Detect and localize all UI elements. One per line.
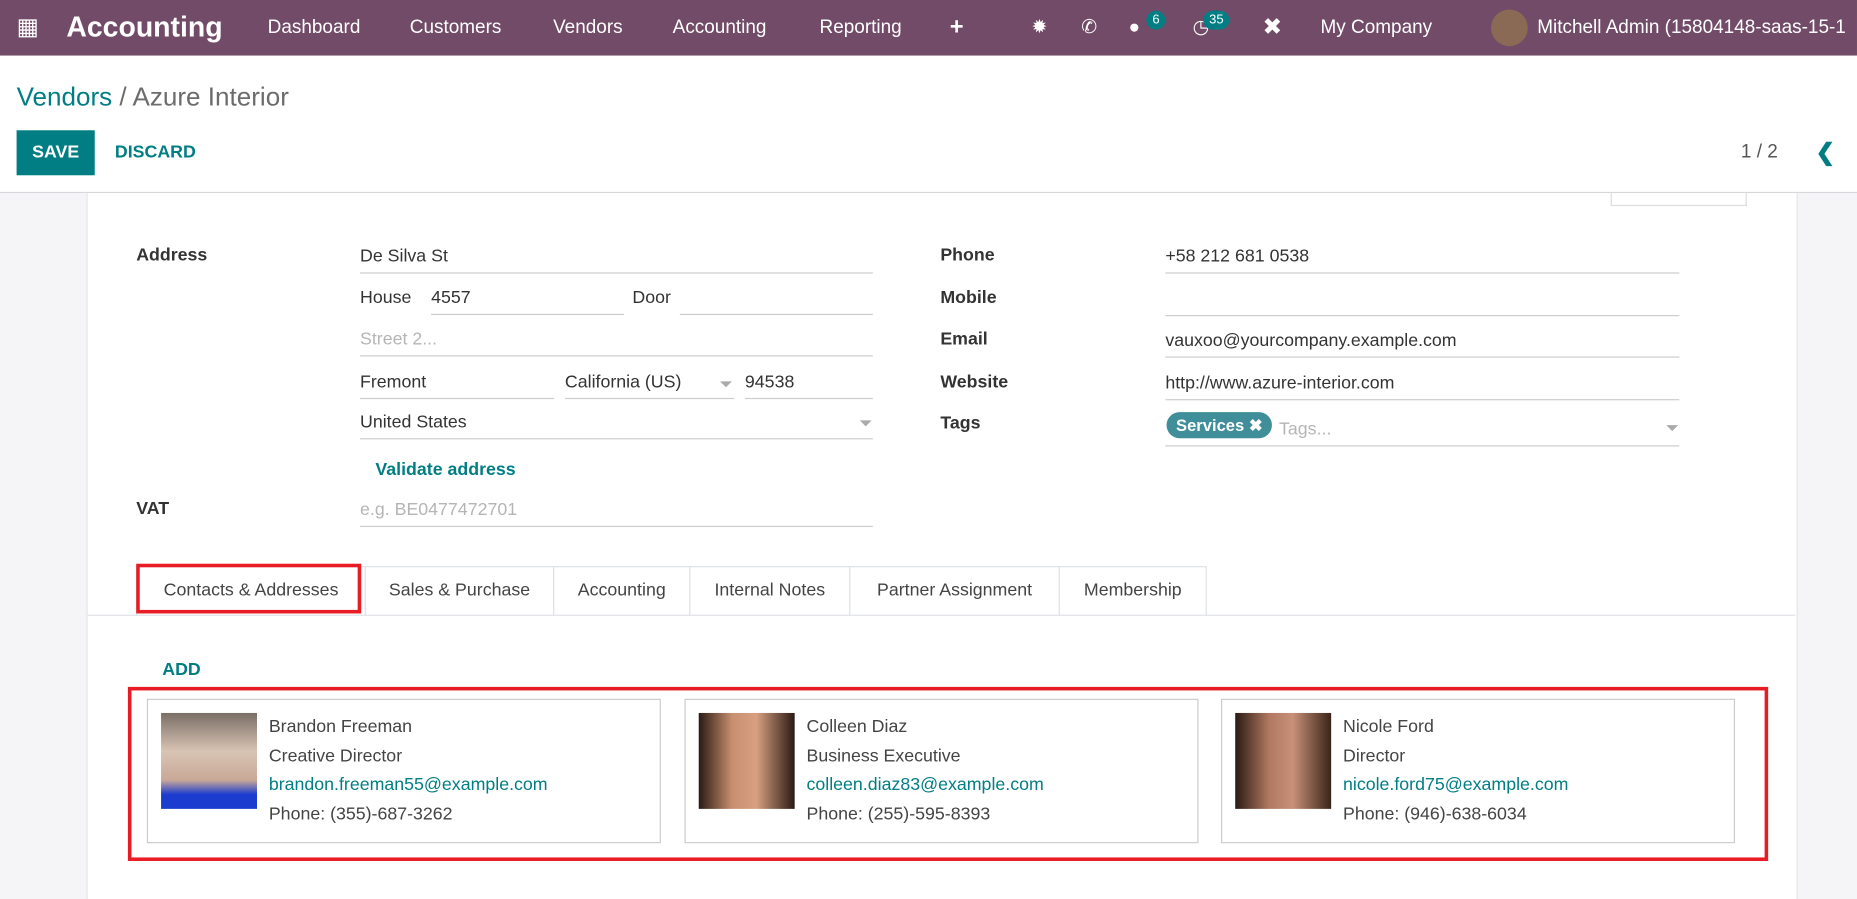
control-panel: Vendors / Azure Interior SAVE DISCARD 1 … — [0, 55, 1857, 194]
save-button[interactable]: SAVE — [16, 130, 95, 176]
tag-services: Services ✖ — [1166, 412, 1273, 439]
tab-divider — [87, 614, 1796, 616]
tab-partner-assignment[interactable]: Partner Assignment — [849, 566, 1060, 616]
avatar[interactable] — [1491, 9, 1528, 47]
app-title[interactable]: Accounting — [66, 0, 222, 56]
add-contact-button[interactable]: ADD — [162, 660, 200, 680]
pager-previous-icon[interactable]: ❮ — [1816, 130, 1836, 175]
breadcrumb-current: Azure Interior — [132, 81, 289, 112]
state-select[interactable]: California (US) — [564, 370, 735, 400]
contact-email[interactable]: brandon.freeman55@example.com — [269, 775, 548, 795]
zip-field[interactable]: 94538 — [744, 370, 873, 400]
contact-phone: Phone: (255)-595-8393 — [806, 804, 991, 825]
breadcrumb-separator: / — [112, 81, 133, 112]
mobile-field[interactable] — [1165, 287, 1680, 317]
mobile-label: Mobile — [940, 287, 997, 308]
plus-icon[interactable]: + — [950, 0, 964, 56]
highlight-tab-box — [136, 563, 362, 614]
menu-reporting[interactable]: Reporting — [820, 0, 902, 56]
contact-card[interactable]: Colleen Diaz Business Executive colleen.… — [684, 698, 1199, 844]
door-field[interactable] — [679, 285, 873, 316]
top-navbar: ▦ Accounting Dashboard Customers Vendors… — [0, 0, 1857, 56]
phone-label: Phone — [940, 245, 995, 266]
contact-photo — [1235, 712, 1332, 809]
tab-internal-notes[interactable]: Internal Notes — [689, 566, 851, 616]
contact-title: Creative Director — [268, 746, 403, 767]
user-menu[interactable]: Mitchell Admin (15804148-saas-15-1 — [1537, 0, 1846, 56]
menu-dashboard[interactable]: Dashboard — [268, 0, 361, 56]
tag-label: Services — [1176, 415, 1245, 435]
contact-card[interactable]: Nicole Ford Director nicole.ford75@examp… — [1221, 698, 1735, 844]
door-label: Door — [632, 287, 671, 308]
tags-input[interactable]: Tags... — [1279, 419, 1331, 439]
validate-address-link[interactable]: Validate address — [375, 460, 515, 480]
contact-email[interactable]: colleen.diaz83@example.com — [807, 775, 1044, 795]
contact-name: Colleen Diaz — [806, 716, 908, 737]
email-label: Email — [940, 329, 988, 350]
contact-email[interactable]: nicole.ford75@example.com — [1343, 775, 1568, 795]
tags-caret-icon — [1666, 425, 1679, 432]
contact-title: Director — [1342, 746, 1406, 767]
discard-button[interactable]: DISCARD — [115, 130, 196, 175]
contact-phone: Phone: (946)-638-6034 — [1342, 804, 1527, 825]
contact-phone: Phone: (355)-687-3262 — [268, 804, 453, 825]
chat-icon[interactable]: ● — [1129, 0, 1140, 56]
contact-title: Business Executive — [806, 746, 961, 767]
address-label: Address — [136, 245, 208, 266]
street-field[interactable]: De Silva St — [360, 244, 873, 274]
house-field[interactable]: 4557 — [431, 285, 625, 316]
tab-sales-purchase[interactable]: Sales & Purchase — [364, 566, 555, 616]
messages-badge: 6 — [1146, 10, 1166, 30]
smart-button[interactable] — [1610, 193, 1747, 207]
vat-label: VAT — [136, 498, 170, 519]
vat-field[interactable]: e.g. BE0477472701 — [360, 497, 873, 528]
contact-card[interactable]: Brandon Freeman Creative Director brando… — [146, 698, 661, 844]
state-caret-icon — [720, 381, 732, 388]
activities-badge: 35 — [1203, 10, 1230, 30]
company-switcher[interactable]: My Company — [1320, 0, 1432, 56]
email-field[interactable]: vauxoo@yourcompany.example.com — [1165, 328, 1680, 358]
tab-membership[interactable]: Membership — [1058, 566, 1207, 616]
country-select[interactable]: United States — [360, 410, 873, 440]
tab-accounting[interactable]: Accounting — [553, 566, 691, 616]
pager-value[interactable]: 1 / 2 — [1741, 130, 1778, 175]
remove-tag-icon[interactable]: ✖ — [1249, 416, 1263, 435]
street2-field[interactable]: Street 2... — [360, 327, 873, 357]
contact-name: Brandon Freeman — [268, 716, 413, 737]
house-label: House — [360, 287, 412, 308]
menu-customers[interactable]: Customers — [410, 0, 502, 56]
tags-label: Tags — [940, 413, 981, 434]
phone-icon[interactable]: ✆ — [1081, 0, 1097, 56]
contact-name: Nicole Ford — [1342, 716, 1434, 737]
menu-accounting[interactable]: Accounting — [673, 0, 767, 56]
apps-grid-icon[interactable]: ▦ — [17, 0, 39, 56]
contact-photo — [698, 712, 795, 809]
breadcrumb-vendors[interactable]: Vendors — [17, 82, 113, 112]
phone-field[interactable]: +58 212 681 0538 — [1165, 244, 1680, 274]
contact-photo — [161, 712, 257, 809]
country-caret-icon — [859, 420, 872, 427]
tools-icon[interactable]: ✖ — [1262, 0, 1282, 56]
bug-icon[interactable]: ✹ — [1032, 0, 1048, 56]
website-field[interactable]: http://www.azure-interior.com — [1165, 371, 1680, 401]
city-field[interactable]: Fremont — [360, 370, 555, 400]
menu-vendors[interactable]: Vendors — [553, 0, 623, 56]
website-label: Website — [940, 371, 1009, 393]
breadcrumb: Vendors / Azure Interior — [17, 82, 289, 113]
